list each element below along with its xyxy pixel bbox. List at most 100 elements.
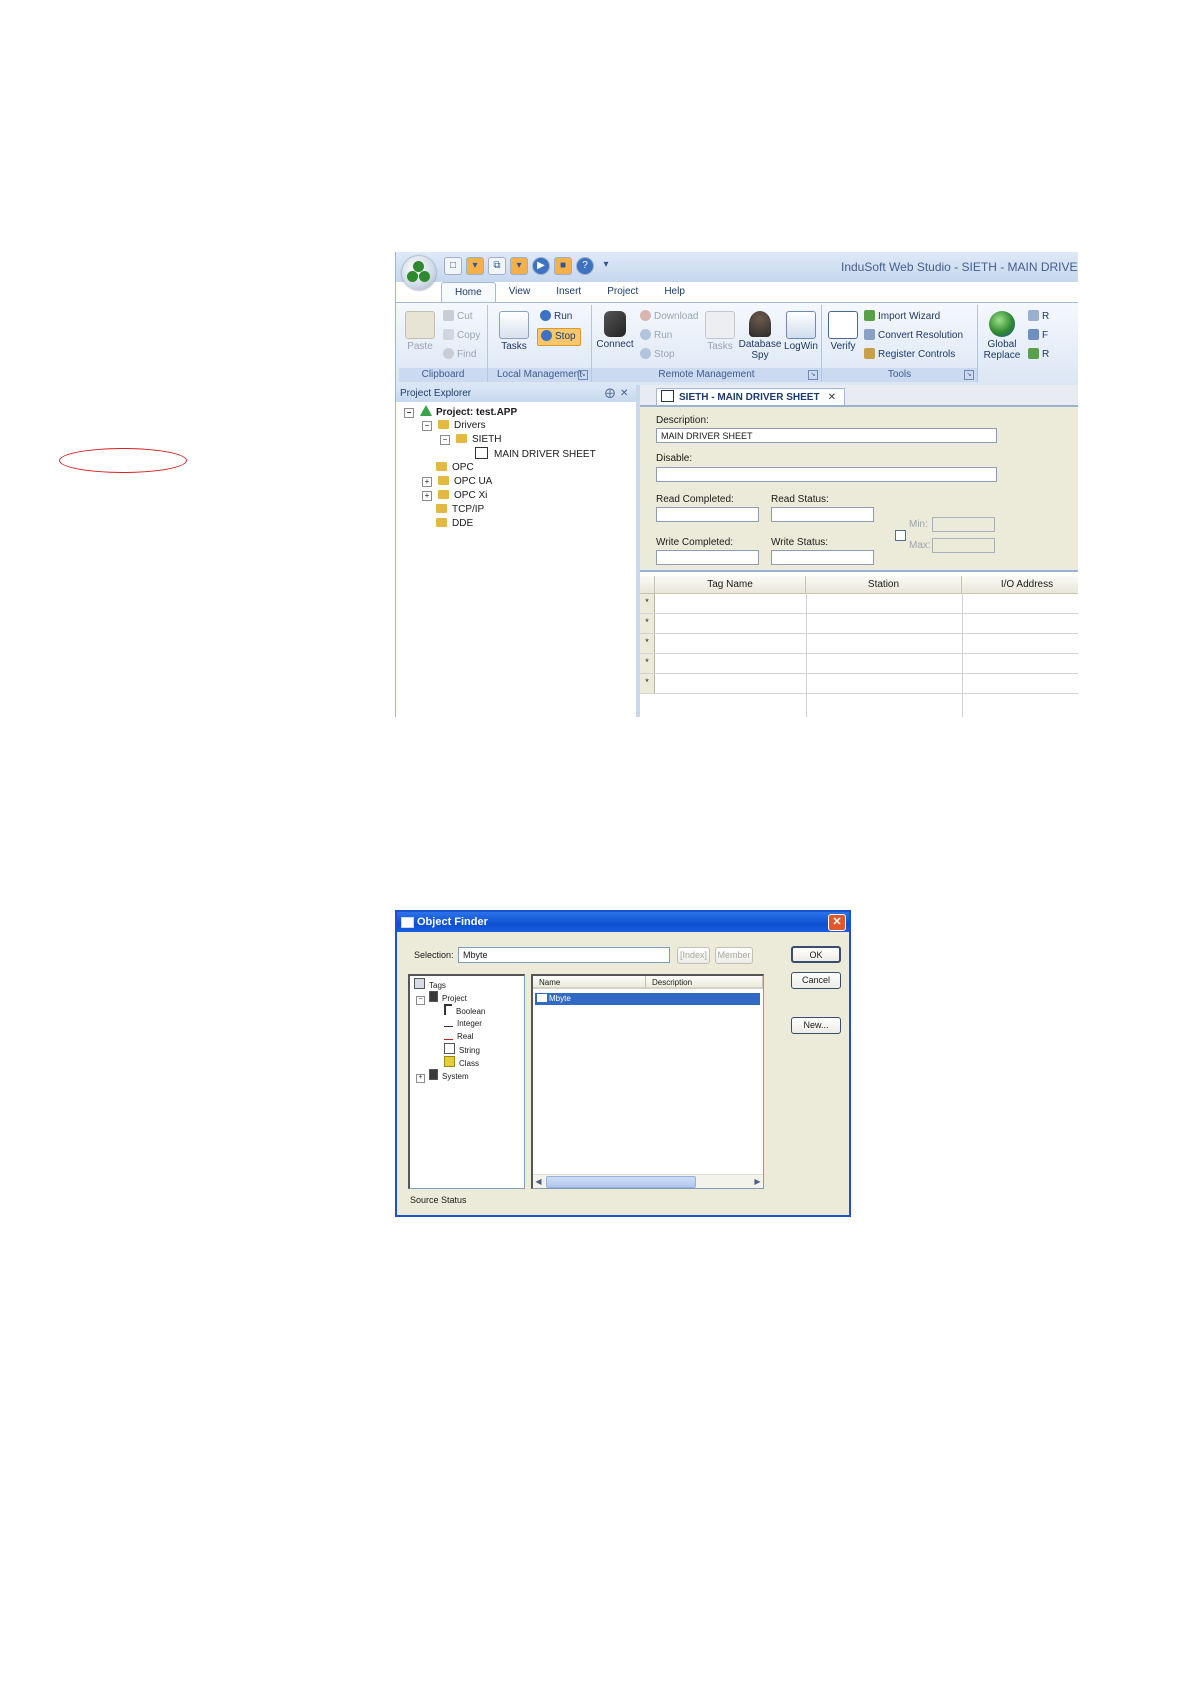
tab-home[interactable]: Home bbox=[441, 282, 496, 302]
table-row[interactable]: * bbox=[640, 654, 1078, 674]
min-field[interactable] bbox=[932, 517, 995, 532]
column-header-tag-name[interactable]: Tag Name bbox=[655, 576, 806, 594]
pin-icon[interactable]: ⨁ bbox=[605, 385, 615, 402]
tab-view[interactable]: View bbox=[496, 282, 544, 302]
index-button[interactable]: [Index] bbox=[677, 947, 710, 964]
stop-application-icon[interactable]: ■ bbox=[554, 257, 572, 275]
remote-stop-button[interactable]: Stop bbox=[640, 347, 675, 363]
global-replace-button[interactable]: Global Replace bbox=[980, 311, 1024, 361]
column-header-description[interactable]: Description bbox=[646, 976, 763, 989]
paste-button[interactable]: Paste bbox=[403, 311, 437, 352]
scrollbar-thumb[interactable] bbox=[546, 1176, 696, 1188]
expand-icon[interactable]: + bbox=[416, 1074, 425, 1083]
logwin-button[interactable]: LogWin bbox=[782, 311, 820, 352]
ribbon-tabs: Home View Insert Project Help bbox=[441, 282, 698, 302]
local-stop-button[interactable]: Stop bbox=[537, 328, 581, 346]
max-field[interactable] bbox=[932, 538, 995, 553]
write-status-field[interactable] bbox=[771, 550, 874, 565]
collapse-icon[interactable]: − bbox=[404, 408, 414, 418]
open-folder-icon[interactable]: ▾ bbox=[466, 257, 484, 275]
write-completed-field[interactable] bbox=[656, 550, 759, 565]
collapse-icon[interactable]: − bbox=[440, 435, 450, 445]
ok-button[interactable]: OK bbox=[791, 946, 841, 963]
column-header-io-address[interactable]: I/O Address bbox=[962, 576, 1078, 594]
table-row[interactable]: * bbox=[640, 614, 1078, 634]
dialog-launcher-icon[interactable]: ↘ bbox=[964, 370, 974, 380]
table-row[interactable]: * bbox=[640, 594, 1078, 614]
new-button[interactable]: New... bbox=[791, 1017, 841, 1034]
new-file-icon[interactable]: □ bbox=[444, 257, 462, 275]
tree-node-tcpip[interactable]: TCP/IP bbox=[436, 503, 484, 517]
download-button[interactable]: Download bbox=[640, 309, 698, 325]
list-item-selected[interactable]: Mbyte bbox=[535, 993, 760, 1005]
expand-icon[interactable]: + bbox=[422, 477, 432, 487]
tree-node-sieth[interactable]: − SIETH bbox=[440, 433, 501, 447]
connect-button[interactable]: Connect bbox=[595, 311, 635, 350]
table-row[interactable]: * bbox=[640, 674, 1078, 694]
replace-small-button-3[interactable]: R bbox=[1028, 347, 1049, 363]
copy-button[interactable]: Copy bbox=[443, 328, 480, 344]
description-field[interactable]: MAIN DRIVER SHEET bbox=[656, 428, 997, 443]
tree-node-drivers[interactable]: − Drivers bbox=[422, 419, 486, 433]
table-row[interactable]: * bbox=[640, 634, 1078, 654]
horizontal-scrollbar[interactable]: ◀ ▶ bbox=[533, 1174, 763, 1188]
tree-node-class[interactable]: Class bbox=[444, 1056, 479, 1069]
read-status-field[interactable] bbox=[771, 507, 874, 522]
replace-small-button-1[interactable]: R bbox=[1028, 309, 1049, 325]
convert-resolution-button[interactable]: Convert Resolution bbox=[864, 328, 963, 344]
read-completed-field[interactable] bbox=[656, 507, 759, 522]
close-icon[interactable]: ✕ bbox=[828, 914, 846, 931]
collapse-icon[interactable]: − bbox=[416, 996, 425, 1005]
customize-toolbar-icon[interactable]: ▾ bbox=[598, 257, 614, 273]
register-controls-button[interactable]: Register Controls bbox=[864, 347, 955, 363]
run-application-icon[interactable]: ▶ bbox=[532, 257, 550, 275]
close-icon[interactable]: ✕ bbox=[620, 385, 628, 402]
application-orb-icon[interactable] bbox=[402, 256, 436, 290]
tab-help[interactable]: Help bbox=[651, 282, 698, 302]
verify-button[interactable]: Verify bbox=[825, 311, 861, 352]
document-tab[interactable]: SIETH - MAIN DRIVER SHEET ✕ bbox=[656, 388, 845, 406]
cut-button[interactable]: Cut bbox=[443, 309, 473, 325]
tree-node-dde[interactable]: DDE bbox=[436, 517, 473, 531]
tab-insert[interactable]: Insert bbox=[543, 282, 594, 302]
cancel-button[interactable]: Cancel bbox=[791, 972, 841, 989]
scroll-left-icon[interactable]: ◀ bbox=[533, 1175, 544, 1188]
tree-node-main-driver-sheet[interactable]: MAIN DRIVER SHEET bbox=[475, 447, 596, 461]
find-button[interactable]: Find bbox=[443, 347, 476, 363]
local-tasks-button[interactable]: Tasks bbox=[496, 311, 532, 352]
tree-node-integer[interactable]: Integer bbox=[444, 1017, 482, 1030]
tree-node-string[interactable]: String bbox=[444, 1043, 480, 1056]
tree-node-real[interactable]: Real bbox=[444, 1030, 473, 1043]
help-icon[interactable]: ? bbox=[576, 257, 594, 275]
tree-node-system[interactable]: + System bbox=[416, 1069, 469, 1083]
column-header-station[interactable]: Station bbox=[806, 576, 962, 594]
collapse-icon[interactable]: − bbox=[422, 421, 432, 431]
folder-icon bbox=[456, 434, 467, 443]
tree-node-opc[interactable]: OPC bbox=[436, 461, 474, 475]
scroll-right-icon[interactable]: ▶ bbox=[752, 1175, 763, 1188]
tab-project[interactable]: Project bbox=[594, 282, 651, 302]
copy-pages-icon[interactable]: ⧉ bbox=[488, 257, 506, 275]
expand-icon[interactable]: + bbox=[422, 491, 432, 501]
save-folder-icon[interactable]: ▾ bbox=[510, 257, 528, 275]
tree-node-opc-ua[interactable]: + OPC UA bbox=[422, 475, 492, 489]
tree-node-boolean[interactable]: Boolean bbox=[444, 1004, 485, 1017]
dialog-launcher-icon[interactable]: ↘ bbox=[808, 370, 818, 380]
selection-input[interactable]: Mbyte bbox=[458, 947, 670, 963]
tree-node-opc-xi[interactable]: + OPC Xi bbox=[422, 489, 487, 503]
member-button[interactable]: Member bbox=[715, 947, 753, 964]
tree-node-project[interactable]: − Project bbox=[416, 991, 467, 1005]
tree-node-tags[interactable]: Tags bbox=[414, 978, 446, 991]
disable-field[interactable] bbox=[656, 467, 997, 482]
local-run-button[interactable]: Run bbox=[540, 309, 572, 325]
database-spy-button[interactable]: Database Spy bbox=[737, 311, 783, 361]
replace-small-button-2[interactable]: F bbox=[1028, 328, 1048, 344]
close-tab-icon[interactable]: ✕ bbox=[828, 392, 836, 403]
remote-tasks-button[interactable]: Tasks bbox=[705, 311, 735, 352]
remote-run-button[interactable]: Run bbox=[640, 328, 672, 344]
min-max-checkbox[interactable] bbox=[895, 530, 906, 541]
import-wizard-button[interactable]: Import Wizard bbox=[864, 309, 940, 325]
column-header-name[interactable]: Name bbox=[533, 976, 646, 989]
tree-node-project[interactable]: − Project: test.APP bbox=[404, 405, 517, 419]
dialog-launcher-icon[interactable]: ↘ bbox=[578, 370, 588, 380]
